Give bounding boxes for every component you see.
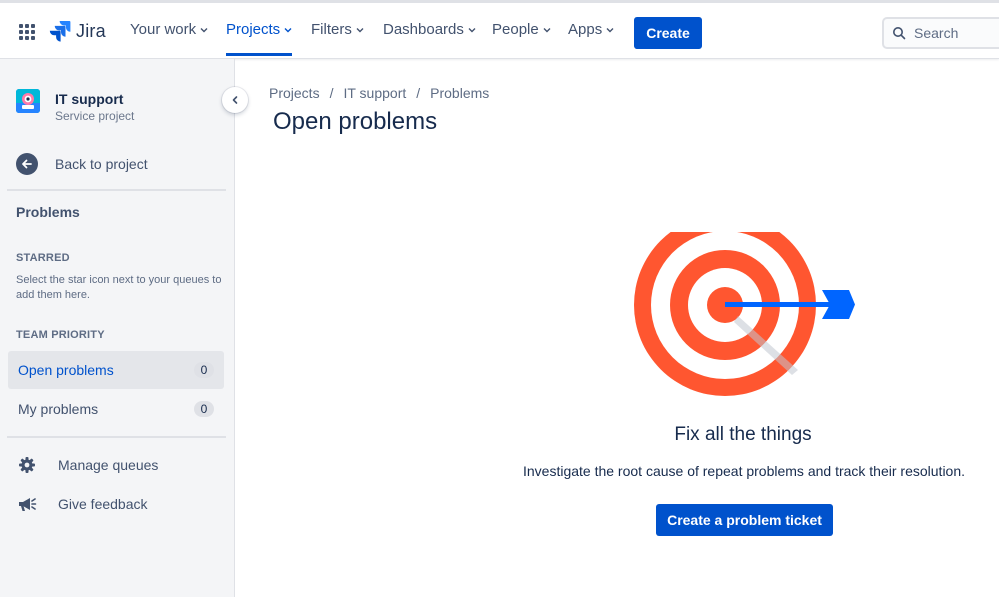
- top-navigation: Jira Your work Projects Filters Dashboar…: [0, 0, 999, 59]
- nav-dashboards[interactable]: Dashboards: [383, 21, 476, 38]
- app-switcher-icon[interactable]: [19, 24, 35, 40]
- nav-apps-label: Apps: [568, 21, 603, 38]
- queue-count-badge: 0: [194, 401, 214, 417]
- gear-icon: [16, 454, 38, 476]
- breadcrumb: Projects / IT support / Problems: [269, 85, 489, 101]
- sidebar-divider: [7, 189, 226, 191]
- chevron-down-icon: [606, 27, 614, 32]
- queue-my-problems[interactable]: My problems 0: [8, 390, 224, 428]
- project-type: Service project: [55, 109, 135, 123]
- chevron-left-icon: [232, 96, 238, 104]
- project-meta: IT support Service project: [55, 89, 134, 124]
- empty-state-title: Fix all the things: [674, 424, 812, 445]
- nav-your-work-label: Your work: [130, 21, 197, 38]
- nav-projects[interactable]: Projects: [226, 21, 293, 56]
- jira-logo[interactable]: Jira: [49, 20, 106, 42]
- nav-filters-label: Filters: [311, 21, 352, 38]
- nav-projects-label: Projects: [226, 21, 281, 38]
- robot-icon: [16, 89, 40, 113]
- breadcrumb-projects[interactable]: Projects: [269, 85, 320, 101]
- team-priority-group-title: TEAM PRIORITY: [16, 329, 105, 341]
- starred-group-title: STARRED: [16, 252, 70, 264]
- project-header[interactable]: IT support Service project: [16, 89, 134, 124]
- sidebar: IT support Service project Back to proje…: [0, 59, 235, 597]
- chevron-down-icon: [356, 27, 364, 32]
- jira-logo-text: Jira: [76, 20, 106, 41]
- breadcrumb-it-support[interactable]: IT support: [343, 85, 406, 101]
- give-feedback-label: Give feedback: [58, 496, 148, 512]
- search-input[interactable]: [914, 25, 999, 41]
- sidebar-divider: [7, 436, 226, 438]
- nav-your-work[interactable]: Your work: [130, 21, 208, 38]
- queue-label: Open problems: [18, 362, 114, 378]
- nav-people-label: People: [492, 21, 539, 38]
- chevron-down-icon: [543, 27, 551, 32]
- chevron-down-icon: [200, 27, 208, 32]
- collapse-sidebar-button[interactable]: [222, 87, 248, 113]
- jira-logo-icon: [49, 21, 71, 42]
- nav-apps[interactable]: Apps: [568, 21, 614, 38]
- back-to-project-label: Back to project: [55, 156, 148, 172]
- nav-people[interactable]: People: [492, 21, 551, 38]
- page-title: Open problems: [273, 108, 438, 135]
- give-feedback-link[interactable]: Give feedback: [16, 493, 148, 515]
- chevron-down-icon: [284, 27, 292, 32]
- nav-filters[interactable]: Filters: [311, 21, 364, 38]
- queue-label: My problems: [18, 401, 99, 417]
- target-illustration: [634, 232, 855, 396]
- megaphone-icon: [16, 493, 38, 515]
- starred-help-text: Select the star icon next to your queues…: [16, 274, 222, 301]
- search-icon: [893, 27, 906, 40]
- project-name: IT support: [55, 91, 124, 107]
- arrow-left-icon: [16, 153, 38, 175]
- chevron-down-icon: [468, 27, 476, 32]
- queue-open-problems[interactable]: Open problems 0: [8, 351, 224, 389]
- empty-state-description: Investigate the root cause of repeat pro…: [522, 463, 966, 479]
- manage-queues-link[interactable]: Manage queues: [16, 454, 158, 476]
- project-avatar: [16, 89, 40, 113]
- manage-queues-label: Manage queues: [58, 457, 159, 473]
- sidebar-section-title: Problems: [16, 204, 80, 220]
- back-to-project-link[interactable]: Back to project: [16, 153, 148, 175]
- breadcrumb-separator: /: [416, 85, 421, 101]
- search-box[interactable]: [882, 17, 999, 49]
- queue-count-badge: 0: [194, 362, 214, 378]
- nav-dashboards-label: Dashboards: [383, 21, 464, 38]
- breadcrumb-separator: /: [329, 85, 334, 101]
- create-button[interactable]: Create: [634, 17, 702, 49]
- breadcrumb-problems[interactable]: Problems: [430, 85, 489, 101]
- create-problem-ticket-button[interactable]: Create a problem ticket: [656, 504, 833, 536]
